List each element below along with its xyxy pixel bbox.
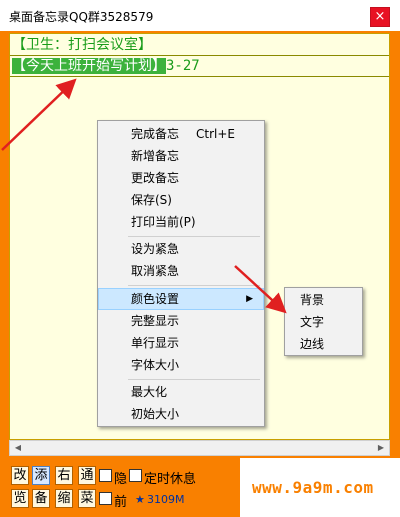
menu-separator — [128, 236, 260, 237]
menu-item-label: 初始大小 — [131, 407, 180, 421]
memo-text: 【卫生：打扫会议室】 — [12, 37, 152, 53]
menu-item-font-size[interactable]: 字体大小 — [98, 354, 264, 376]
menu-item-print[interactable]: 打印当前(P) — [98, 211, 264, 233]
menu-item-label: 完整显示 — [131, 314, 180, 328]
hide-label: 隐 — [114, 472, 128, 487]
title-bar[interactable]: 桌面备忘录QQ群3528579 × — [0, 0, 400, 31]
star-icon: ★ — [135, 493, 145, 506]
scroll-left-icon[interactable]: ◀ — [10, 441, 26, 455]
submenu-item-border[interactable]: 边线 — [285, 333, 362, 355]
timed-rest-checkbox[interactable] — [129, 469, 142, 482]
menu-item-label: 新增备忘 — [131, 149, 180, 163]
color-submenu: 背景 文字 边线 — [284, 287, 363, 356]
menu-item-complete[interactable]: 完成备忘 Ctrl+E — [98, 123, 264, 145]
memo-line[interactable]: 【卫生：打扫会议室】 — [10, 36, 389, 56]
menu-item-new[interactable]: 新增备忘 — [98, 145, 264, 167]
add-button[interactable]: 添 — [32, 466, 50, 485]
submenu-item-background[interactable]: 背景 — [285, 289, 362, 311]
right-button[interactable]: 右 — [55, 466, 73, 485]
shrink-button[interactable]: 缩 — [55, 489, 73, 508]
menu-item-color-settings[interactable]: 颜色设置 ▶ — [98, 288, 264, 310]
menu-item-label: 单行显示 — [131, 336, 180, 350]
submenu-item-label: 边线 — [300, 337, 325, 351]
menu-item-label: 字体大小 — [131, 358, 180, 372]
memo-button[interactable]: 备 — [32, 489, 50, 508]
memo-highlight-text: 【今天上班开始写计划】 — [12, 58, 166, 74]
menu-item-label: 打印当前(P) — [131, 215, 196, 229]
edit-button[interactable]: 改 — [11, 466, 29, 485]
menu-item-initial-size[interactable]: 初始大小 — [98, 403, 264, 425]
menu-item-label: 保存(S) — [131, 193, 172, 207]
menu-item-label: 设为紧急 — [131, 242, 180, 256]
menu-item-label: 更改备忘 — [131, 171, 180, 185]
menu-item-save[interactable]: 保存(S) — [98, 189, 264, 211]
menu-item-cancel-urgent[interactable]: 取消紧急 — [98, 260, 264, 282]
menu-item-label: 最大化 — [131, 385, 168, 399]
window-title: 桌面备忘录QQ群3528579 — [9, 10, 154, 24]
hide-checkbox[interactable] — [99, 469, 112, 482]
menu-item-set-urgent[interactable]: 设为紧急 — [98, 238, 264, 260]
scroll-right-icon[interactable]: ▶ — [373, 441, 389, 455]
general-button[interactable]: 通 — [78, 466, 96, 485]
submenu-item-text[interactable]: 文字 — [285, 311, 362, 333]
submenu-item-label: 文字 — [300, 315, 325, 329]
memory-count: 3109M — [147, 493, 185, 506]
submenu-arrow-icon: ▶ — [246, 294, 253, 304]
menu-separator — [128, 379, 260, 380]
bottom-toolbar: 改 添 右 通 隐 定时休息 览 备 缩 菜 前 ★ 3109M — [9, 464, 240, 512]
menu-item-label: 完成备忘 — [131, 127, 180, 141]
topmost-checkbox[interactable] — [99, 492, 112, 505]
topmost-label: 前 — [114, 495, 128, 510]
menu-item-maximize[interactable]: 最大化 — [98, 381, 264, 403]
horizontal-scrollbar[interactable]: ◀ ▶ — [9, 440, 390, 456]
context-menu: 完成备忘 Ctrl+E 新增备忘 更改备忘 保存(S) 打印当前(P) 设为紧急… — [97, 120, 265, 427]
watermark-text: www.9a9m.com — [252, 478, 374, 497]
menu-item-label: 取消紧急 — [131, 264, 180, 278]
menu-item-full-display[interactable]: 完整显示 — [98, 310, 264, 332]
menu-item-modify[interactable]: 更改备忘 — [98, 167, 264, 189]
menu-item-shortcut: Ctrl+E — [196, 127, 235, 141]
memo-line[interactable]: 【今天上班开始写计划】3-27 — [10, 57, 389, 77]
menu-item-label: 颜色设置 — [131, 292, 180, 306]
timed-rest-label: 定时休息 — [144, 472, 197, 487]
browse-button[interactable]: 览 — [11, 489, 29, 508]
submenu-item-label: 背景 — [300, 293, 325, 307]
menu-separator — [128, 285, 260, 286]
close-button[interactable]: × — [370, 7, 390, 27]
menu-button[interactable]: 菜 — [78, 489, 96, 508]
close-icon: × — [374, 9, 386, 24]
menu-item-single-line[interactable]: 单行显示 — [98, 332, 264, 354]
memo-date: 3-27 — [166, 58, 200, 74]
